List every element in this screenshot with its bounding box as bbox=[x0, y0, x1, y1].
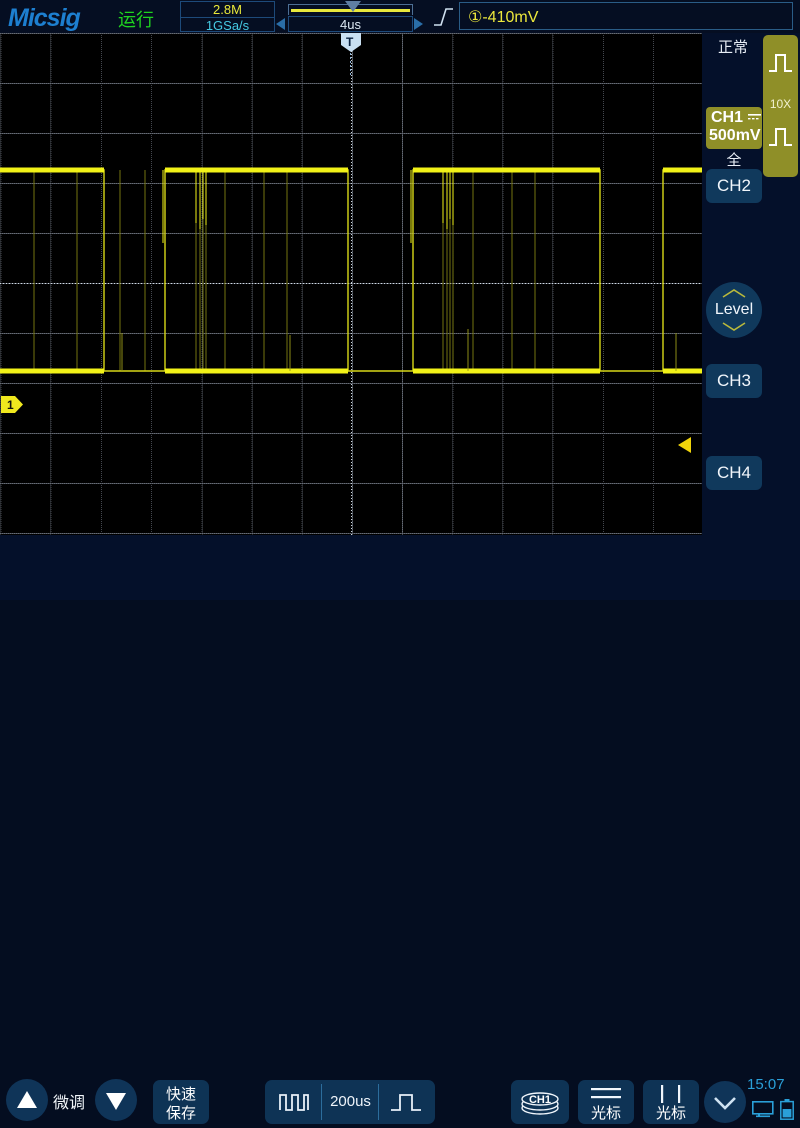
pulse-train-icon[interactable] bbox=[278, 1090, 310, 1114]
trigger-source-badge: ① bbox=[468, 9, 483, 26]
increase-button[interactable] bbox=[6, 1079, 48, 1121]
trigger-position-pointer-icon bbox=[345, 1, 361, 12]
ch1-ground-marker[interactable]: 1 bbox=[1, 396, 23, 413]
holdoff-value[interactable]: 200us bbox=[322, 1093, 379, 1110]
monitor-icon[interactable] bbox=[752, 1101, 774, 1119]
chevron-down-icon bbox=[722, 322, 746, 331]
channel-layers-icon: CH1 bbox=[521, 1092, 559, 1115]
ch1-label: CH1 bbox=[711, 109, 744, 126]
dc-coupling-icon bbox=[748, 114, 761, 120]
right-sidebar: 正常 CH1 500mV 全 10X CH2 Level CH3 CH4 bbox=[702, 33, 800, 535]
ch2-button[interactable]: CH2 bbox=[706, 169, 762, 203]
vertical-cursor-label: 光标 bbox=[655, 1105, 686, 1122]
vertical-cursor-button[interactable]: 光标 bbox=[643, 1080, 699, 1124]
top-status-bar: Micsig 运行 2.8M 1GSa/s 4us ①-410mV bbox=[0, 0, 800, 34]
decrease-button[interactable] bbox=[95, 1079, 137, 1121]
ch1-waveform-trace bbox=[0, 167, 702, 374]
trigger-level-marker-icon[interactable] bbox=[678, 437, 691, 453]
clock-label: 15:07 bbox=[747, 1076, 785, 1093]
probe-ratio-value: 10X bbox=[769, 97, 792, 111]
expand-menu-button[interactable] bbox=[704, 1081, 746, 1123]
holdoff-segment-control: 200us bbox=[265, 1080, 435, 1124]
acquisition-info[interactable]: 2.8M 1GSa/s bbox=[180, 1, 275, 33]
horizontal-cursor-icon bbox=[591, 1088, 621, 1099]
ch3-button[interactable]: CH3 bbox=[706, 364, 762, 398]
timebase-increase-icon[interactable] bbox=[414, 18, 423, 30]
timebase-value[interactable]: 4us bbox=[288, 16, 413, 32]
ch1-button[interactable]: CH1 500mV bbox=[706, 107, 762, 149]
horizontal-cursor-button[interactable]: 光标 bbox=[578, 1080, 634, 1124]
timebase-control[interactable]: 4us bbox=[276, 0, 423, 33]
trigger-mode-label: 正常 bbox=[717, 39, 748, 56]
channel-stack-label: CH1 bbox=[529, 1094, 551, 1106]
horizontal-cursor-label: 光标 bbox=[590, 1105, 621, 1122]
rising-edge-icon[interactable] bbox=[432, 6, 456, 28]
trigger-level-text: ①-410mV bbox=[468, 7, 538, 27]
trigger-level-field[interactable]: ①-410mV bbox=[459, 2, 793, 30]
bottom-toolbar: 微调 快速 保存 200us CH1 光标 光标 15:07 bbox=[0, 535, 800, 1124]
quick-save-button[interactable]: 快速 保存 bbox=[153, 1080, 209, 1124]
run-state-label: 运行 bbox=[118, 10, 154, 30]
waveform-display[interactable]: 1 bbox=[0, 33, 702, 535]
chevron-down-icon bbox=[714, 1097, 736, 1110]
ch4-button[interactable]: CH4 bbox=[706, 456, 762, 490]
sample-rate-value: 1GSa/s bbox=[205, 18, 250, 33]
chevron-up-icon bbox=[722, 289, 746, 298]
triangle-down-icon bbox=[106, 1093, 126, 1110]
brand-logo: Micsig bbox=[8, 4, 81, 32]
channel-stack-button[interactable]: CH1 bbox=[511, 1080, 569, 1124]
pulse-icon-top[interactable] bbox=[768, 51, 793, 75]
ch1-bandwidth-label: 全 bbox=[726, 152, 742, 169]
battery-icon[interactable] bbox=[780, 1099, 794, 1120]
quick-save-line1: 快速 bbox=[165, 1086, 196, 1103]
svg-text:1: 1 bbox=[7, 398, 14, 412]
probe-ratio-control[interactable]: 10X bbox=[763, 35, 798, 177]
single-pulse-icon[interactable] bbox=[390, 1090, 422, 1114]
vertical-cursor-icon bbox=[661, 1085, 681, 1103]
level-button-label: Level bbox=[714, 301, 754, 318]
triangle-up-icon bbox=[17, 1091, 37, 1108]
level-button[interactable]: Level bbox=[706, 282, 762, 338]
pulse-icon-bottom[interactable] bbox=[768, 125, 793, 149]
trigger-position-marker-icon[interactable]: T bbox=[340, 33, 362, 53]
trigger-level-value: -410mV bbox=[482, 9, 539, 26]
timebase-decrease-icon[interactable] bbox=[276, 18, 285, 30]
svg-text:T: T bbox=[346, 35, 354, 49]
fine-adjust-label: 微调 bbox=[53, 1095, 86, 1112]
memory-depth-value: 2.8M bbox=[181, 2, 274, 18]
trigger-position-dotted-line bbox=[350, 53, 351, 75]
oscilloscope-screen: Micsig 运行 2.8M 1GSa/s 4us ①-410mV 1 T 正常… bbox=[0, 0, 800, 1124]
ch1-scale-value: 500mV bbox=[709, 127, 761, 144]
quick-save-line2: 保存 bbox=[165, 1105, 196, 1122]
